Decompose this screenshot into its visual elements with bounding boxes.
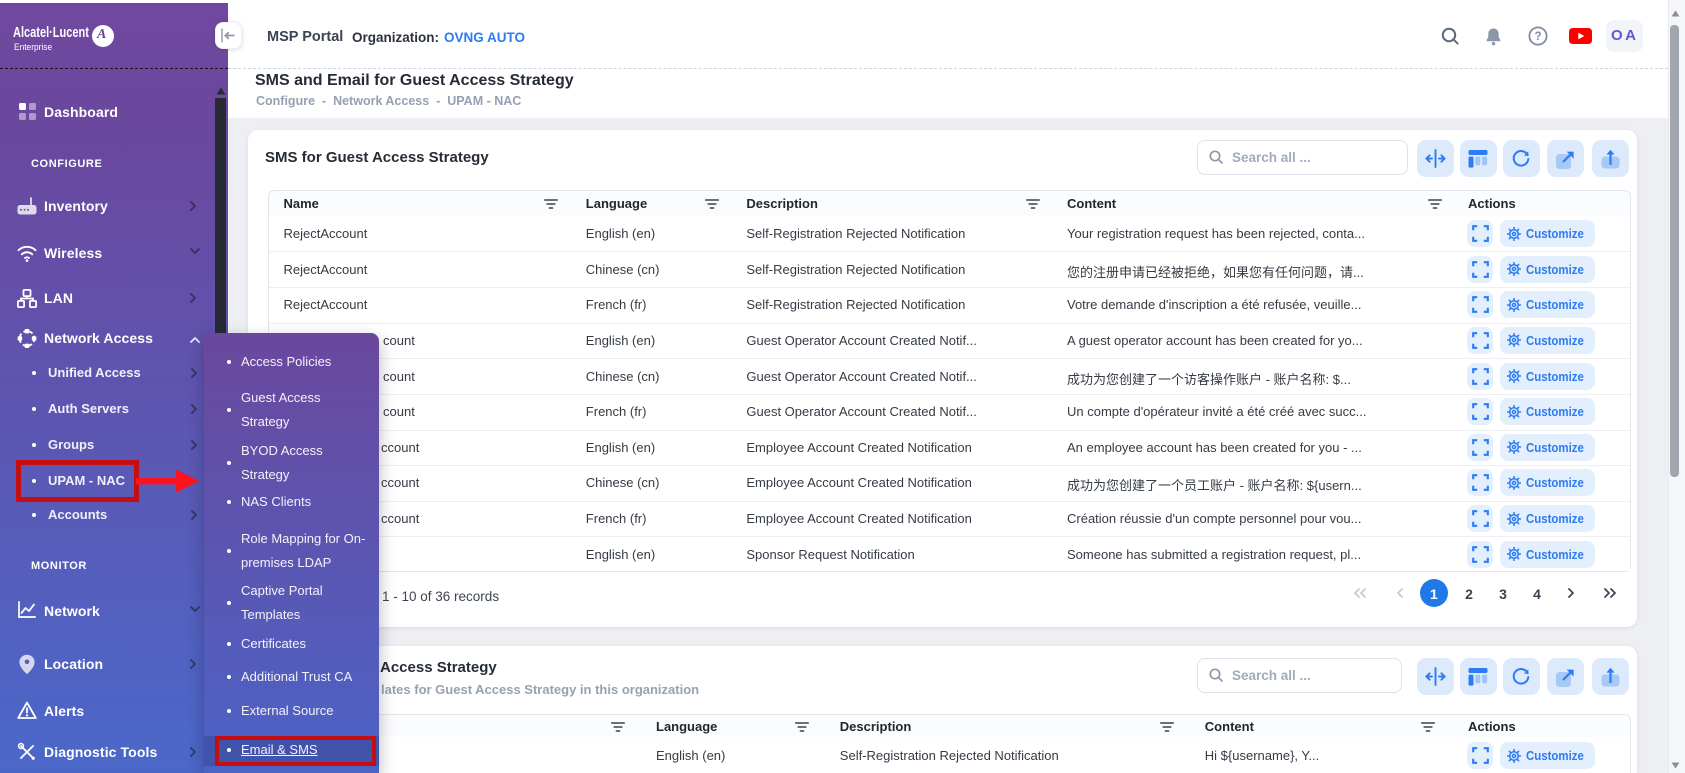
svg-text:?: ? (1534, 31, 1541, 43)
